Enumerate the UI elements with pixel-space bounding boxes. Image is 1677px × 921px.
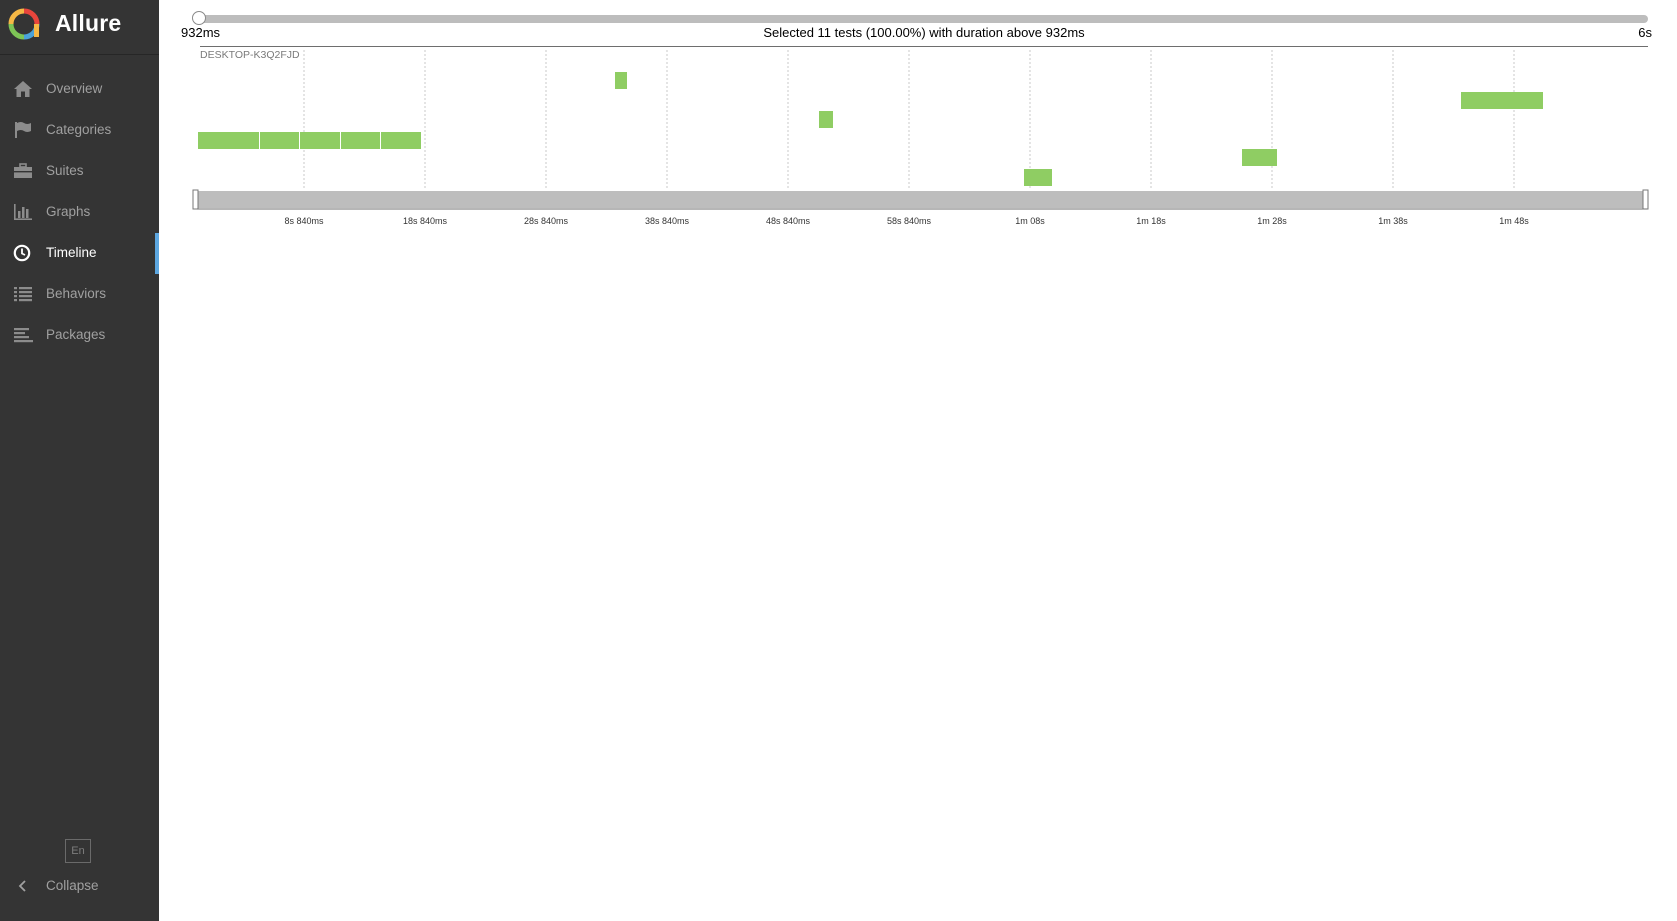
sidebar-item-behaviors[interactable]: Behaviors [0, 274, 159, 315]
timeline-panel: 932ms Selected 11 tests (100.00%) with d… [159, 0, 1677, 921]
flag-icon [15, 122, 31, 138]
sidebar-item-packages[interactable]: Packages [0, 315, 159, 356]
list-icon [14, 287, 32, 302]
test-bar[interactable] [198, 132, 220, 149]
axis-tick-label: 1m 48s [1499, 216, 1529, 226]
test-bar[interactable] [615, 72, 627, 89]
timeline-chart: 8s 840ms 18s 840ms 28s 840ms 38s 840ms 48s 8… [192, 50, 1649, 226]
test-bar[interactable] [1024, 169, 1052, 186]
collapse-button[interactable]: Collapse [0, 872, 159, 902]
sidebar-item-suites[interactable]: Suites [0, 151, 159, 192]
test-bar[interactable] [300, 132, 340, 149]
test-bar[interactable] [341, 132, 380, 149]
allure-logo-icon [8, 8, 40, 40]
app-title: Allure [55, 10, 122, 36]
align-left-icon [14, 328, 33, 343]
sidebar-nav: Overview Categories Suites Graphs Timeli… [0, 69, 159, 356]
axis-tick-label: 8s 840ms [284, 216, 324, 226]
axis-tick-label: 1m 18s [1136, 216, 1166, 226]
test-bar[interactable] [1461, 92, 1543, 109]
bar-chart-icon [14, 204, 32, 220]
axis-tick-label: 48s 840ms [766, 216, 811, 226]
sidebar-item-timeline[interactable]: Timeline [0, 233, 159, 274]
axis-tick-label: 58s 840ms [887, 216, 932, 226]
sidebar-item-categories[interactable]: Categories [0, 110, 159, 151]
sidebar-item-label: Categories [46, 122, 112, 137]
sidebar: Allure Overview Categories Suites Graphs… [0, 0, 159, 921]
test-bar[interactable] [1242, 149, 1277, 166]
brush-handle-left[interactable] [192, 189, 199, 210]
clock-icon [13, 244, 31, 262]
test-bar[interactable] [819, 111, 833, 128]
axis-tick-label: 1m 28s [1257, 216, 1287, 226]
test-bar[interactable] [381, 132, 421, 149]
sidebar-item-label: Graphs [46, 204, 91, 219]
axis-tick-label: 18s 840ms [403, 216, 448, 226]
axis-tick-label: 38s 840ms [645, 216, 690, 226]
sidebar-item-label: Suites [46, 163, 84, 178]
test-bar[interactable] [260, 132, 299, 149]
test-bar[interactable] [220, 132, 259, 149]
sidebar-item-label: Timeline [46, 245, 97, 260]
home-icon [14, 81, 32, 97]
axis-tick-label: 1m 08s [1015, 216, 1045, 226]
language-button[interactable]: En [65, 839, 91, 863]
sidebar-item-label: Packages [46, 327, 106, 342]
collapse-label: Collapse [46, 878, 99, 893]
brush-handle-right[interactable] [1642, 189, 1649, 210]
sidebar-item-overview[interactable]: Overview [0, 69, 159, 110]
sidebar-item-label: Behaviors [46, 286, 107, 301]
chevron-left-icon [18, 880, 26, 892]
axis-tick-label: 28s 840ms [524, 216, 569, 226]
range-brush[interactable] [197, 191, 1647, 208]
axis-tick-label: 1m 38s [1378, 216, 1408, 226]
brand-header[interactable]: Allure [0, 0, 159, 55]
sidebar-item-graphs[interactable]: Graphs [0, 192, 159, 233]
briefcase-icon [14, 163, 32, 178]
sidebar-item-label: Overview [46, 81, 103, 96]
